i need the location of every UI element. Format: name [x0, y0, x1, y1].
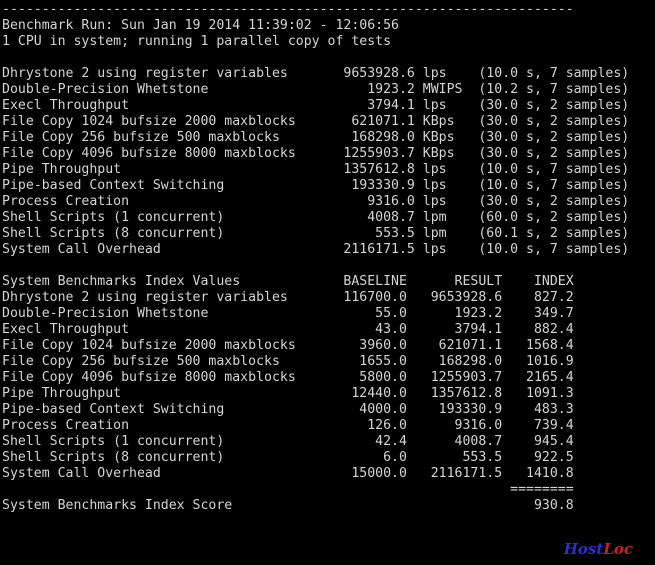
- hostloc-watermark: HostLoc: [564, 542, 633, 557]
- terminal-window: ----------------------------------------…: [0, 0, 655, 565]
- watermark-loc-text: Loc: [603, 540, 633, 558]
- terminal-output: ----------------------------------------…: [2, 2, 630, 513]
- watermark-host-text: Host: [563, 540, 604, 558]
